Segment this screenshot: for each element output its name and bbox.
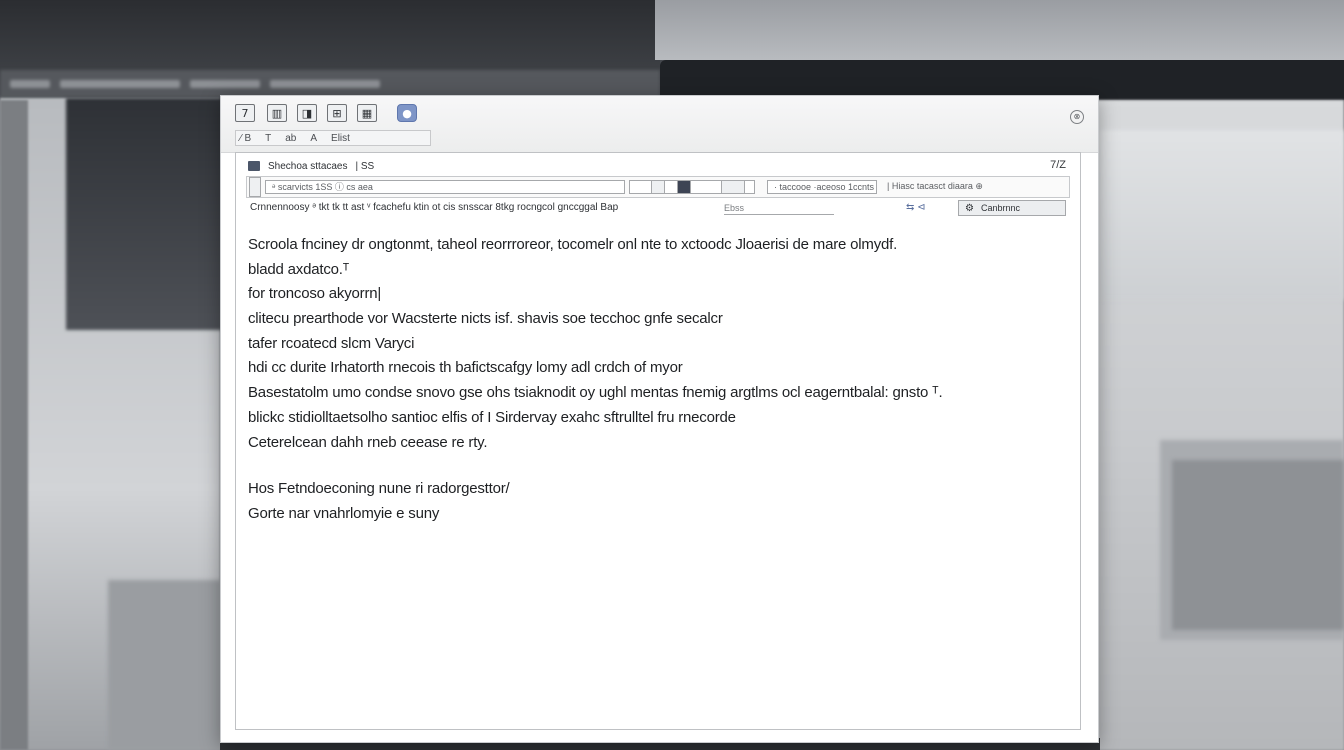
swap-icon[interactable]: ⇆ ⊲ [906, 202, 926, 213]
document-body[interactable]: Scroola fnciney dr ongtonmt, taheol reor… [248, 233, 1060, 527]
format-item-4[interactable]: A [310, 133, 317, 144]
header-title: Shechoa sttacaes [268, 160, 348, 172]
body-line: bladd axdatco.ᵀ [248, 260, 350, 278]
body-line: Ceterelcean dahh rneb ceease re rty. [248, 433, 488, 451]
options-button-label: Canbrnnc [981, 203, 1021, 213]
toolbar-button-4[interactable]: ⊞ [327, 104, 347, 122]
option-checkbox[interactable] [651, 180, 665, 194]
gear-icon: ⚙ [965, 203, 974, 214]
close-icon[interactable]: ⊗ [1070, 110, 1084, 124]
body-line: hdi cc durite Irhatorth rnecois th bafic… [248, 359, 683, 377]
header-mark: | SS [355, 160, 375, 172]
body-line: for troncoso akyorrn| [248, 285, 382, 303]
options-text: ᵊ tkt tk tt ast ᵛ fcachefu ktin ot cis s… [312, 202, 619, 213]
background-panel-bottom-left [108, 580, 223, 750]
background-panel-right-box-inner [1172, 460, 1344, 630]
options-row: Crnnennoosy ᵊ tkt tk tt ast ᵛ fcachefu k… [246, 200, 1070, 218]
options-input[interactable]: Ebss [724, 202, 834, 215]
body-line: Scroola fnciney dr ongtonmt, taheol reor… [248, 236, 898, 253]
background-window-top-right [655, 0, 1344, 60]
toolbar-button-2[interactable]: ▥ [267, 104, 287, 122]
document-panel: Shechoa sttacaes | SS 7/Z ᵊ scarvicts 1S… [235, 152, 1081, 730]
body-line: Gorte nar vnahrlomyie e suny [248, 504, 440, 522]
options-label: Crnnennoosy [250, 202, 310, 213]
format-item-5[interactable]: Elist [331, 133, 350, 144]
format-item-3[interactable]: ab [285, 133, 296, 144]
blank-button[interactable] [721, 180, 745, 194]
document-icon [248, 161, 260, 171]
body-line: blickc stidiolltaetsolho santioc elfis o… [248, 408, 736, 426]
body-line: clitecu prearthode vor Wacsterte nicts i… [248, 310, 723, 328]
format-toolbar: ⁄ B T ab A Elist [235, 130, 431, 146]
format-item-2[interactable]: T [265, 133, 271, 144]
dark-toggle[interactable] [677, 180, 691, 194]
search-field[interactable]: ᵊ scarvicts 1SS ⓘ cs aea [265, 180, 625, 194]
body-line: Hos Fetndoeconing nune ri radorgesttor/ [248, 480, 510, 498]
row-handle[interactable] [249, 177, 261, 197]
body-line: Basestatolm umo condse snovo gse ohs tsi… [248, 384, 943, 402]
document-dialog: 7 ▥ ◨ ⊞ ▦ ● ⁄ B T ab A Elist ⊗ Shechoa s… [220, 95, 1099, 743]
options-button[interactable]: ⚙ Canbrnnc [958, 200, 1066, 216]
background-strip-left [0, 100, 28, 750]
format-item-1[interactable]: ⁄ B [240, 133, 251, 144]
header-row: Shechoa sttacaes | SS 7/Z [248, 159, 1070, 173]
toolbar-button-1[interactable]: 7 [235, 104, 255, 122]
dialog-toolbar: 7 ▥ ◨ ⊞ ▦ ● ⁄ B T ab A Elist ⊗ [221, 96, 1098, 153]
background-dark-panel [66, 98, 226, 330]
toolbar-button-active[interactable]: ● [397, 104, 417, 122]
toolbar-button-5[interactable]: ▦ [357, 104, 377, 122]
background-toolbar-left [0, 70, 660, 98]
source-field[interactable]: · taccooe ·aceoso 1ccnts ȯ [767, 180, 877, 194]
fields-row: ᵊ scarvicts 1SS ⓘ cs aea · taccooe ·aceo… [246, 176, 1070, 198]
header-corner-label: 7/Z [1050, 159, 1066, 171]
dropdown-field[interactable]: | Hiasc tacasct diaara ⊕ [881, 180, 1071, 194]
toolbar-button-3[interactable]: ◨ [297, 104, 317, 122]
options-text-wrap: Crnnennoosy ᵊ tkt tk tt ast ᵛ fcachefu k… [250, 202, 618, 213]
background-panel-right-header [1100, 130, 1344, 300]
body-line: tafer rcoatecd slcm Varyci [248, 334, 415, 352]
background-toolbar-right [660, 60, 1344, 100]
